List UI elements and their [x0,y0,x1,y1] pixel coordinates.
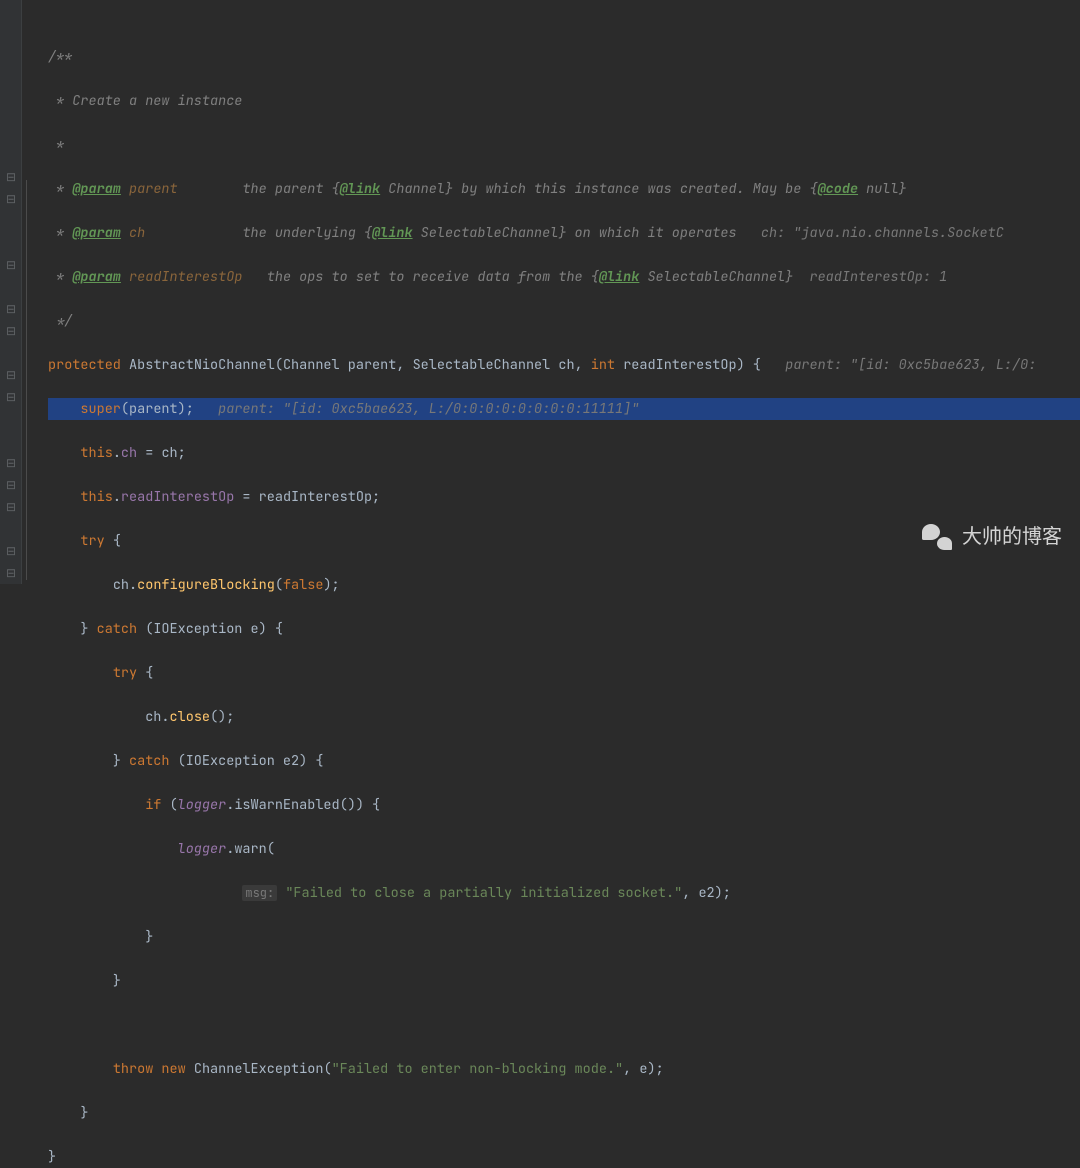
logger-field: logger [178,840,227,858]
fold-icon[interactable]: ⊟ [6,172,16,182]
keyword-try: try [80,532,104,550]
inlay-param-hint: msg: [242,885,277,901]
string-literal: "Failed to close a partially initialized… [285,884,682,902]
method-call: warn [234,840,266,858]
fold-icon[interactable]: ⊟ [6,370,16,380]
code-tag: @code [818,180,859,198]
javadoc-param: * [48,180,72,198]
type: ChannelException [194,1060,324,1078]
method-call: close [170,708,211,726]
keyword-false: false [283,576,324,594]
fold-icon[interactable]: ⊟ [6,458,16,468]
keyword-this: this [80,444,112,462]
param-tag: @param [72,268,121,286]
gutter: ⊟ ⊟ ⊟ ⊟ ⊟ ⊟ ⊟ ⊟ ⊟ ⊟ ⊟ ⊟ [0,0,22,584]
watermark-text: 大帅的博客 [962,526,1062,548]
constructor-name: AbstractNioChannel [129,356,275,374]
param: ch [558,356,574,374]
arg: parent [129,400,178,418]
param-tag: @param [72,224,121,242]
keyword-catch: catch [129,752,170,770]
inlay-hint: ch: "java.nio.channels.SocketC [761,224,1004,242]
javadoc-text: the parent { [242,180,339,198]
field: readInterestOp [121,488,234,506]
keyword-protected: protected [48,356,121,374]
keyword-this: this [80,488,112,506]
keyword-catch: catch [97,620,138,638]
watermark: 大帅的博客 [922,524,1062,550]
string-literal: "Failed to enter non-blocking mode." [332,1060,624,1078]
fold-icon[interactable]: ⊟ [6,260,16,270]
fold-icon[interactable]: ⊟ [6,568,16,578]
method-call: isWarnEnabled [234,796,339,814]
code-area[interactable]: /** * Create a new instance * * @param p… [32,0,1080,584]
param: parent [348,356,397,374]
keyword-super: super [80,400,121,418]
javadoc-open: /** [48,48,72,66]
logger-field: logger [178,796,227,814]
fold-icon[interactable]: ⊟ [6,326,16,336]
link-tag: @link [599,268,640,286]
wechat-icon [922,524,952,550]
fold-icon[interactable]: ⊟ [6,194,16,204]
param-name: ch [129,224,145,242]
inlay-hint: parent: "[id: 0xc5bae623, L:/0: [785,356,1036,374]
param-name: readInterestOp [129,268,242,286]
link-tag: @link [372,224,413,242]
code-editor[interactable]: ⊟ ⊟ ⊟ ⊟ ⊟ ⊟ ⊟ ⊟ ⊟ ⊟ ⊟ ⊟ /** * Create a n… [0,0,1080,584]
method-call: configureBlocking [137,576,275,594]
type: IOException [186,752,275,770]
javadoc-close: */ [48,312,72,330]
param-name: parent [129,180,178,198]
inlay-hint: readInterestOp: 1 [809,268,947,286]
type: IOException [153,620,242,638]
keyword-int: int [591,356,615,374]
param: readInterestOp [623,356,736,374]
link-tag: @link [340,180,381,198]
fold-icon[interactable]: ⊟ [6,480,16,490]
fold-icon[interactable]: ⊟ [6,546,16,556]
keyword-new: new [161,1060,185,1078]
keyword-throw: throw [113,1060,154,1078]
fold-icon[interactable]: ⊟ [6,502,16,512]
field: ch [121,444,137,462]
type: SelectableChannel [413,356,551,374]
fold-icon[interactable]: ⊟ [6,304,16,314]
keyword-if: if [145,796,161,814]
fold-line-column [22,0,32,584]
fold-icon[interactable]: ⊟ [6,392,16,402]
javadoc-blank: * [48,136,64,154]
param-tag: @param [72,180,121,198]
keyword-try: try [113,664,137,682]
type: Channel [283,356,340,374]
inlay-hint: parent: "[id: 0xc5bae623, L:/0:0:0:0:0:0… [218,400,639,418]
javadoc-line: * Create a new instance [48,92,242,110]
